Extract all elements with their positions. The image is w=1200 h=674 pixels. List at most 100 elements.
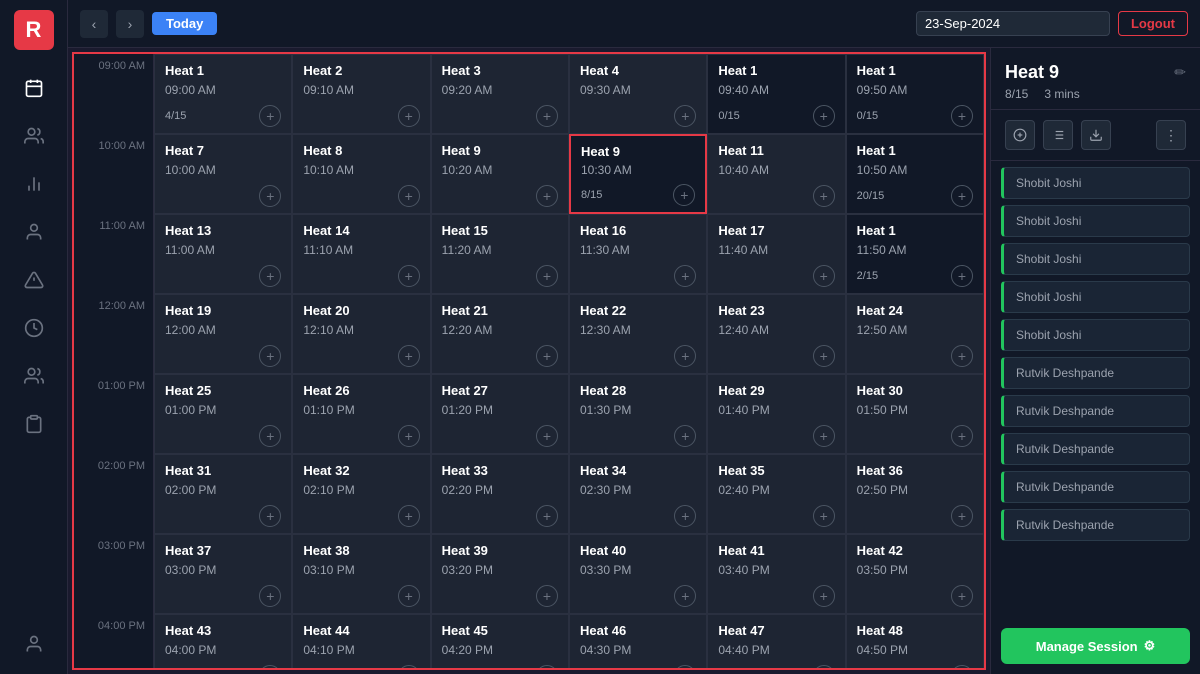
heat-add-button[interactable]: +	[951, 265, 973, 287]
heat-cell[interactable]: Heat 4804:50 PM+	[846, 614, 984, 670]
heat-cell[interactable]: Heat 4604:30 PM+	[569, 614, 707, 670]
heat-cell[interactable]: Heat 2412:50 AM+	[846, 294, 984, 374]
heat-cell[interactable]: Heat 3703:00 PM+	[154, 534, 292, 614]
heat-add-button[interactable]: +	[951, 505, 973, 527]
heat-add-button[interactable]: +	[259, 185, 281, 207]
heat-cell[interactable]: Heat 3502:40 PM+	[707, 454, 845, 534]
heat-cell[interactable]: Heat 2901:40 PM+	[707, 374, 845, 454]
participant-item[interactable]: Rutvik Deshpande	[1001, 509, 1190, 541]
sidebar-item-users[interactable]	[14, 116, 54, 156]
more-options-button[interactable]: ⋮	[1156, 120, 1186, 150]
heat-cell[interactable]: Heat 4203:50 PM+	[846, 534, 984, 614]
heat-add-button[interactable]: +	[259, 345, 281, 367]
heat-cell[interactable]: Heat 710:00 AM+	[154, 134, 292, 214]
heat-add-button[interactable]: +	[398, 265, 420, 287]
heat-add-button[interactable]: +	[813, 105, 835, 127]
heat-cell[interactable]: Heat 3803:10 PM+	[292, 534, 430, 614]
heat-cell[interactable]: Heat 2601:10 PM+	[292, 374, 430, 454]
heat-cell[interactable]: Heat 309:20 AM+	[431, 54, 569, 134]
participant-item[interactable]: Rutvik Deshpande	[1001, 395, 1190, 427]
heat-add-button[interactable]: +	[259, 585, 281, 607]
heat-add-button[interactable]: +	[674, 665, 696, 670]
next-button[interactable]: ›	[116, 10, 144, 38]
heat-cell[interactable]: Heat 2312:40 AM+	[707, 294, 845, 374]
heat-cell[interactable]: Heat 1411:10 AM+	[292, 214, 430, 294]
heat-cell[interactable]: Heat 110:50 AM20/15+	[846, 134, 984, 214]
participant-item[interactable]: Rutvik Deshpande	[1001, 471, 1190, 503]
heat-add-button[interactable]: +	[674, 505, 696, 527]
heat-add-button[interactable]: +	[259, 105, 281, 127]
participant-item[interactable]: Shobit Joshi	[1001, 205, 1190, 237]
heat-add-button[interactable]: +	[674, 345, 696, 367]
prev-button[interactable]: ‹	[80, 10, 108, 38]
heat-add-button[interactable]: +	[398, 505, 420, 527]
heat-add-button[interactable]: +	[813, 505, 835, 527]
participant-item[interactable]: Shobit Joshi	[1001, 243, 1190, 275]
heat-add-button[interactable]: +	[674, 105, 696, 127]
heat-cell[interactable]: Heat 1110:40 AM+	[707, 134, 845, 214]
heat-add-button[interactable]: +	[951, 345, 973, 367]
heat-add-button[interactable]: +	[536, 265, 558, 287]
heat-add-button[interactable]: +	[951, 185, 973, 207]
add-participant-button[interactable]	[1005, 120, 1035, 150]
heat-add-button[interactable]: +	[536, 425, 558, 447]
heat-cell[interactable]: Heat 1711:40 AM+	[707, 214, 845, 294]
sidebar-item-profile[interactable]	[14, 212, 54, 252]
heat-cell[interactable]: Heat 209:10 AM+	[292, 54, 430, 134]
heat-cell[interactable]: Heat 4003:30 PM+	[569, 534, 707, 614]
heat-add-button[interactable]: +	[813, 585, 835, 607]
heat-cell[interactable]: Heat 2012:10 AM+	[292, 294, 430, 374]
heat-cell[interactable]: Heat 2112:20 AM+	[431, 294, 569, 374]
heat-cell[interactable]: Heat 1912:00 AM+	[154, 294, 292, 374]
participant-item[interactable]: Rutvik Deshpande	[1001, 357, 1190, 389]
edit-icon[interactable]: ✏	[1174, 64, 1186, 81]
heat-cell[interactable]: Heat 1611:30 AM+	[569, 214, 707, 294]
sidebar-item-chart[interactable]	[14, 164, 54, 204]
list-view-button[interactable]	[1043, 120, 1073, 150]
date-input[interactable]	[916, 11, 1110, 36]
heat-cell[interactable]: Heat 2501:00 PM+	[154, 374, 292, 454]
manage-session-button[interactable]: Manage Session ⚙	[1001, 628, 1190, 664]
heat-cell[interactable]: Heat 4304:00 PM+	[154, 614, 292, 670]
heat-cell[interactable]: Heat 4504:20 PM+	[431, 614, 569, 670]
heat-cell[interactable]: Heat 109:40 AM0/15+	[707, 54, 845, 134]
sidebar-item-person[interactable]	[14, 624, 54, 664]
participant-item[interactable]: Shobit Joshi	[1001, 167, 1190, 199]
heat-add-button[interactable]: +	[259, 505, 281, 527]
heat-cell[interactable]: Heat 3602:50 PM+	[846, 454, 984, 534]
heat-add-button[interactable]: +	[536, 105, 558, 127]
heat-add-button[interactable]: +	[398, 585, 420, 607]
heat-add-button[interactable]: +	[813, 185, 835, 207]
today-button[interactable]: Today	[152, 12, 217, 35]
heat-add-button[interactable]: +	[674, 265, 696, 287]
heat-cell[interactable]: Heat 910:30 AM8/15+	[569, 134, 707, 214]
heat-add-button[interactable]: +	[259, 425, 281, 447]
heat-add-button[interactable]: +	[813, 665, 835, 670]
heat-add-button[interactable]: +	[674, 585, 696, 607]
heat-cell[interactable]: Heat 3302:20 PM+	[431, 454, 569, 534]
heat-cell[interactable]: Heat 111:50 AM2/15+	[846, 214, 984, 294]
heat-add-button[interactable]: +	[674, 425, 696, 447]
heat-cell[interactable]: Heat 4103:40 PM+	[707, 534, 845, 614]
heat-add-button[interactable]: +	[813, 345, 835, 367]
heat-cell[interactable]: Heat 2212:30 AM+	[569, 294, 707, 374]
heat-add-button[interactable]: +	[951, 665, 973, 670]
heat-add-button[interactable]: +	[951, 105, 973, 127]
heat-cell[interactable]: Heat 3202:10 PM+	[292, 454, 430, 534]
heat-add-button[interactable]: +	[259, 665, 281, 670]
heat-add-button[interactable]: +	[536, 185, 558, 207]
heat-cell[interactable]: Heat 409:30 AM+	[569, 54, 707, 134]
heat-cell[interactable]: Heat 109:00 AM4/15+	[154, 54, 292, 134]
heat-cell[interactable]: Heat 2701:20 PM+	[431, 374, 569, 454]
heat-cell[interactable]: Heat 1311:00 AM+	[154, 214, 292, 294]
sidebar-item-clipboard[interactable]	[14, 404, 54, 444]
download-button[interactable]	[1081, 120, 1111, 150]
heat-cell[interactable]: Heat 2801:30 PM+	[569, 374, 707, 454]
heat-cell[interactable]: Heat 3102:00 PM+	[154, 454, 292, 534]
heat-cell[interactable]: Heat 4704:40 PM+	[707, 614, 845, 670]
heat-add-button[interactable]: +	[951, 585, 973, 607]
heat-cell[interactable]: Heat 810:10 AM+	[292, 134, 430, 214]
logout-button[interactable]: Logout	[1118, 11, 1188, 36]
heat-add-button[interactable]: +	[813, 265, 835, 287]
sidebar-item-alert[interactable]	[14, 260, 54, 300]
